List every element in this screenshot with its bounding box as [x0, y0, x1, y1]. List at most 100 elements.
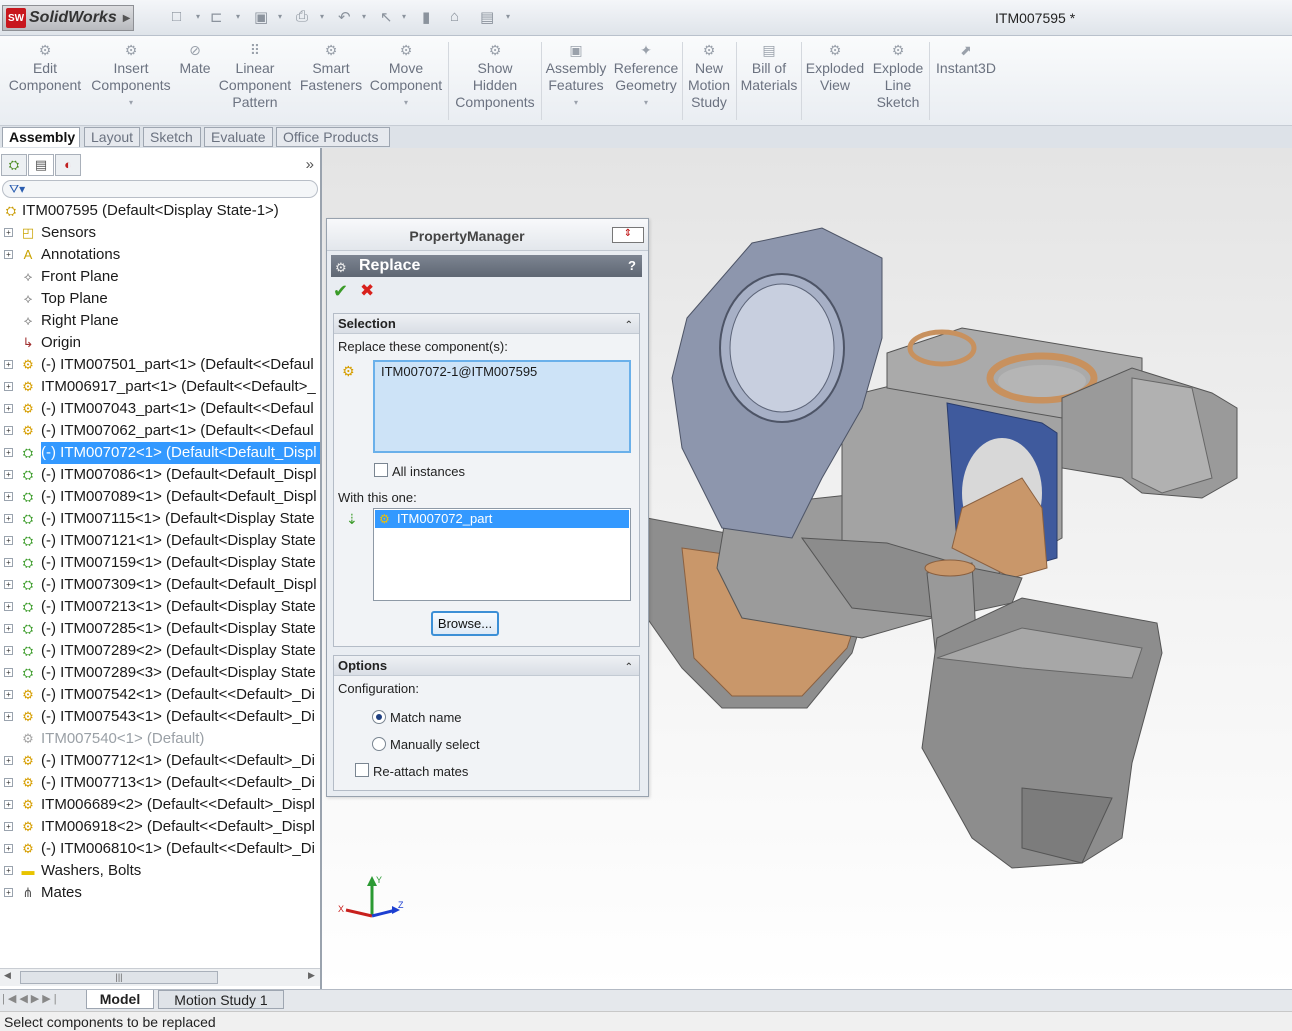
instant3d-button[interactable]: ⬈ Instant3D — [932, 42, 1000, 77]
help-icon[interactable]: ? — [628, 255, 636, 277]
tree-item[interactable]: + ▬ Washers, Bolts — [0, 860, 320, 882]
display-manager-tab[interactable]: ◐ — [55, 154, 81, 176]
select-icon[interactable]: ↖ — [380, 8, 393, 26]
previous-view-icon[interactable]: ↶ — [1026, 148, 1037, 150]
expand-node-icon[interactable]: + — [4, 844, 13, 853]
expand-node-icon[interactable]: + — [4, 646, 13, 655]
expand-node-icon[interactable]: + — [4, 250, 13, 259]
section-view-icon[interactable]: ▥ — [1050, 148, 1062, 150]
expand-node-icon[interactable]: + — [4, 690, 13, 699]
tree-item[interactable]: + ⚙ (-) ITM007043_part<1> (Default<<Defaul — [0, 398, 320, 420]
feature-manager-tab[interactable]: ⛭ — [1, 154, 27, 176]
new-document-icon[interactable]: □ — [172, 8, 181, 25]
apply-scene-icon[interactable]: ◓▾ — [1190, 148, 1204, 150]
expand-node-icon[interactable]: + — [4, 756, 13, 765]
rebuild-icon[interactable]: ▮ — [422, 8, 430, 26]
cancel-x-icon[interactable]: ✖ — [360, 281, 374, 301]
view-orientation-icon[interactable]: ▣▾ — [1074, 148, 1093, 150]
options-group-header[interactable]: Options ⌃ — [334, 656, 639, 676]
tree-item[interactable]: + ⚙ (-) ITM007542<1> (Default<<Default>_Di — [0, 684, 320, 706]
manually-select-radio[interactable] — [372, 737, 386, 751]
solidworks-menu-button[interactable]: SW SolidWorks ▶ — [2, 5, 134, 31]
tree-horizontal-scrollbar[interactable]: ◀ ||| ▶ — [0, 968, 320, 986]
expand-panel-icon[interactable]: » — [306, 156, 314, 173]
tree-item[interactable]: ⟡ Front Plane — [0, 266, 320, 288]
assembly-features-button[interactable]: ▣ Assembly Features ▾ — [544, 42, 608, 111]
show-hidden-components-button[interactable]: ⚙ Show Hidden Components — [452, 42, 538, 111]
expand-node-icon[interactable]: + — [4, 426, 13, 435]
mate-button[interactable]: ⊘ Mate — [176, 42, 214, 77]
tree-item[interactable]: + ⋔ Mates — [0, 882, 320, 904]
replace-components-list[interactable]: ITM007072-1@ITM007595 — [373, 360, 631, 453]
expand-node-icon[interactable]: + — [4, 514, 13, 523]
match-name-radio[interactable] — [372, 710, 386, 724]
tab-sketch[interactable]: Sketch — [143, 127, 201, 147]
edit-component-button[interactable]: ⚙ Edit Component — [6, 42, 84, 94]
tree-item[interactable]: + ⛭ (-) ITM007086<1> (Default<Default_Disp… — [0, 464, 320, 486]
expand-node-icon[interactable]: + — [4, 580, 13, 589]
tree-item[interactable]: + ⚙ (-) ITM007712<1> (Default<<Default>_Di — [0, 750, 320, 772]
expand-node-icon[interactable]: + — [4, 492, 13, 501]
zoom-to-fit-icon[interactable]: ⊕ — [979, 148, 990, 150]
view-settings-icon[interactable]: ▤▾ — [1226, 148, 1245, 150]
list-item[interactable]: ⚙ ITM007072_part — [375, 510, 629, 528]
expand-node-icon[interactable]: + — [4, 822, 13, 831]
ok-checkmark-icon[interactable]: ✔ — [333, 281, 348, 302]
select-dropdown-icon[interactable]: ▾ — [402, 12, 406, 21]
tree-item[interactable]: + ⚙ ITM006689<2> (Default<<Default>_Displ — [0, 794, 320, 816]
expand-node-icon[interactable]: + — [4, 712, 13, 721]
expand-node-icon[interactable]: + — [4, 778, 13, 787]
expand-node-icon[interactable]: + — [4, 668, 13, 677]
collapse-selection-icon[interactable]: ⌃ — [625, 316, 633, 336]
tree-item[interactable]: + ⚙ (-) ITM007543<1> (Default<<Default>_Di — [0, 706, 320, 728]
open-icon[interactable]: ⊏ — [210, 8, 223, 26]
tree-item[interactable]: + ⛭ (-) ITM007159<1> (Default<Display Stat… — [0, 552, 320, 574]
save-dropdown-icon[interactable]: ▾ — [278, 12, 282, 21]
property-manager-tab[interactable]: ▤ — [28, 154, 54, 176]
hide-show-items-icon[interactable]: ◎▾ — [1136, 148, 1154, 150]
tree-item[interactable]: + ⚙ ITM006917_part<1> (Default<<Default>_ — [0, 376, 320, 398]
tree-item[interactable]: + ⛭ (-) ITM007213<1> (Default<Display Stat… — [0, 596, 320, 618]
pin-icon[interactable]: ⇕ — [612, 227, 644, 243]
tree-item[interactable]: + ⚙ (-) ITM007062_part<1> (Default<<Defaul — [0, 420, 320, 442]
tab-assembly[interactable]: Assembly — [2, 127, 80, 147]
expand-node-icon[interactable]: + — [4, 360, 13, 369]
expand-node-icon[interactable]: + — [4, 404, 13, 413]
expand-node-icon[interactable]: + — [4, 888, 13, 897]
tree-item[interactable]: + ⛭ (-) ITM007115<1> (Default<Display Stat… — [0, 508, 320, 530]
expand-node-icon[interactable]: + — [4, 382, 13, 391]
tree-item[interactable]: ⚙ ITM007540<1> (Default) — [0, 728, 320, 750]
tree-item[interactable]: + ⚙ (-) ITM007501_part<1> (Default<<Defaul — [0, 354, 320, 376]
tree-item[interactable]: ⟡ Top Plane — [0, 288, 320, 310]
tree-item[interactable]: ↳ Origin — [0, 332, 320, 354]
expand-node-icon[interactable]: + — [4, 602, 13, 611]
tree-item[interactable]: + A Annotations — [0, 244, 320, 266]
explode-line-sketch-button[interactable]: ⚙ Explode Line Sketch — [868, 42, 928, 111]
replacement-component-list[interactable]: ⚙ ITM007072_part — [373, 508, 631, 601]
scroll-left-icon[interactable]: ◀ — [4, 970, 11, 981]
new-dropdown-icon[interactable]: ▾ — [196, 12, 200, 21]
exploded-view-button[interactable]: ⚙ Exploded View — [804, 42, 866, 94]
selection-group-header[interactable]: Selection ⌃ — [334, 314, 639, 334]
assembly-features-dropdown-icon[interactable]: ▾ — [544, 94, 608, 111]
file-properties-icon[interactable]: ⌂ — [450, 8, 459, 25]
new-motion-study-button[interactable]: ⚙ New Motion Study — [686, 42, 732, 111]
move-component-button[interactable]: ⚙ Move Component ▾ — [368, 42, 444, 111]
tree-item[interactable]: + ◰ Sensors — [0, 222, 320, 244]
tree-item[interactable]: + ⛭ (-) ITM007285<1> (Default<Display Stat… — [0, 618, 320, 640]
bill-of-materials-button[interactable]: ▤ Bill of Materials — [740, 42, 798, 94]
expand-node-icon[interactable]: + — [4, 448, 13, 457]
scroll-right-icon[interactable]: ▶ — [308, 970, 315, 981]
tree-root-assembly[interactable]: ⛭ ITM007595 (Default<Display State-1>) — [0, 200, 320, 222]
display-style-icon[interactable]: ◧▾ — [1106, 148, 1125, 150]
tree-item[interactable]: + ⚙ (-) ITM006810<1> (Default<<Default>_Di — [0, 838, 320, 860]
expand-node-icon[interactable]: + — [4, 558, 13, 567]
expand-node-icon[interactable]: + — [4, 800, 13, 809]
smart-fasteners-button[interactable]: ⚙ Smart Fasteners — [298, 42, 364, 94]
print-dropdown-icon[interactable]: ▾ — [320, 12, 324, 21]
undo-dropdown-icon[interactable]: ▾ — [362, 12, 366, 21]
scroll-thumb[interactable]: ||| — [20, 971, 218, 984]
expand-node-icon[interactable]: + — [4, 536, 13, 545]
tab-motion-study-1[interactable]: Motion Study 1 — [158, 990, 284, 1009]
tab-layout[interactable]: Layout — [84, 127, 140, 147]
